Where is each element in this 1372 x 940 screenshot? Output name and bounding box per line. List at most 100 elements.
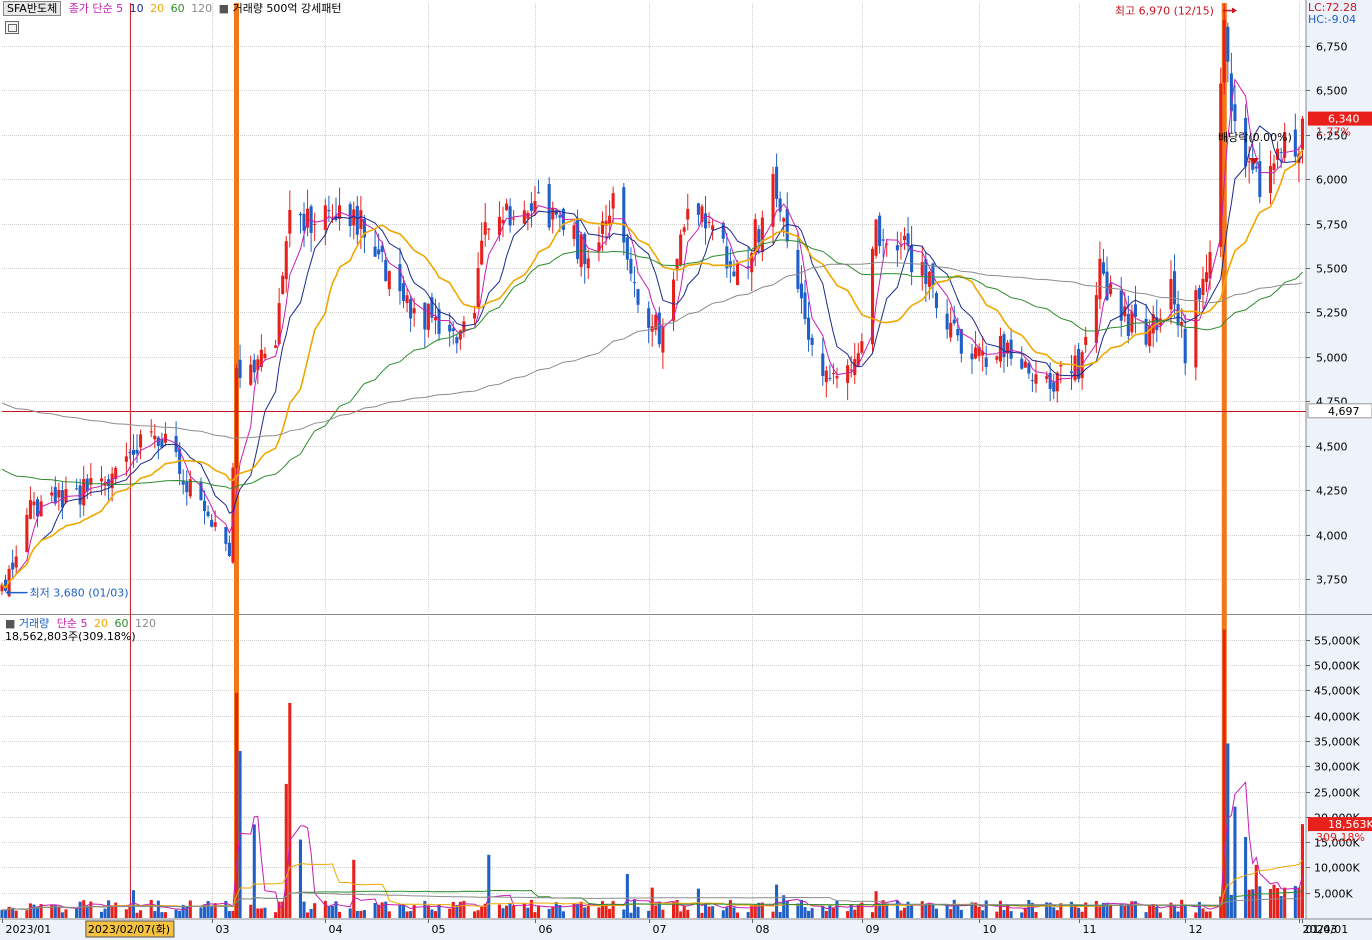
volume-bar (853, 909, 857, 918)
volume-bar (721, 910, 725, 918)
volume-bar (497, 904, 501, 918)
candle-body (1133, 304, 1137, 317)
volume-bar (505, 905, 509, 918)
volume-bar (583, 907, 587, 918)
volume-bar (934, 908, 939, 918)
volume-bar (512, 905, 516, 918)
volume-bar (1052, 907, 1056, 918)
volume-tick-label: 40,000K (1314, 711, 1360, 724)
volume-bar (1251, 889, 1255, 918)
x-tick-label: 01/03 (1306, 923, 1338, 936)
volume-bar (110, 906, 114, 918)
hc-readout: HC:-9.04 (1308, 13, 1357, 26)
candle-body (185, 481, 189, 493)
volume-bar (732, 907, 736, 918)
volume-bar (128, 905, 132, 918)
candle-body (1176, 304, 1180, 326)
symbol-box[interactable]: SFA반도체 (3, 1, 62, 16)
volume-tick-label: 5,000K (1314, 888, 1353, 901)
candle-body (1272, 163, 1276, 170)
volume-bar (735, 912, 740, 918)
volume-bar (952, 899, 956, 918)
candle-body (32, 501, 36, 506)
candle-body (661, 326, 665, 353)
volume-bar (600, 901, 605, 918)
volume-bar (1300, 824, 1304, 918)
x-tick-label: 12 (1189, 923, 1203, 936)
volume-bar (210, 906, 214, 918)
volume-panel-title: ■ 거래량 단순 5 20 60 120 (5, 617, 156, 630)
volume-bar (387, 911, 391, 918)
price-panel-title: SFA반도체 종가 단순 5 10 20 60 120 ■ 거래량 500억 강… (3, 1, 342, 16)
candle-body (547, 184, 551, 228)
vol-ma-120-label: 120 (135, 617, 157, 630)
candle-body (1030, 380, 1034, 382)
price-tick-label: 5,250 (1316, 307, 1348, 320)
volume-bar (178, 910, 182, 918)
volume-bar (1197, 901, 1201, 918)
candle-body (679, 234, 683, 265)
volume-bar (373, 902, 377, 918)
candle-body (426, 303, 430, 330)
volume-bar (1272, 884, 1276, 918)
candle-body (775, 166, 779, 199)
volume-bar (401, 904, 406, 918)
volume-bar (846, 911, 850, 918)
price-tick-label: 4,000 (1316, 530, 1348, 543)
volume-bar (455, 905, 459, 918)
candle-body (1023, 361, 1027, 368)
candle-body (735, 263, 740, 285)
chart-canvas[interactable]: 2023/01 03 04 05 06 07 08 09 10 11 12 2024/0101/033… (0, 0, 1372, 940)
volume-bar (661, 909, 665, 918)
volume-bar (433, 911, 438, 918)
window-toggle-icon[interactable] (5, 21, 19, 34)
volume-bar (60, 912, 64, 918)
volume-tick-label: 10,000K (1314, 862, 1360, 875)
x-tick-label: 09 (866, 923, 880, 936)
candle-body (1055, 372, 1059, 392)
volume-bar (576, 904, 580, 918)
volume-bar (629, 912, 633, 918)
candle-body (1247, 161, 1251, 163)
candle-body (849, 369, 853, 371)
volume-bar (551, 907, 555, 918)
candle-body (64, 489, 68, 503)
volume-bar (348, 908, 352, 918)
volume-bar (249, 904, 253, 918)
price-tick-label: 5,000 (1316, 352, 1348, 365)
volume-bar (910, 905, 914, 918)
candle-body (1084, 336, 1088, 345)
candle-body (156, 437, 160, 446)
volume-bar (1027, 900, 1031, 918)
volume-bar (622, 909, 626, 918)
candle-body (1027, 363, 1031, 374)
candle-body (522, 210, 526, 224)
price-ma-title: 종가 단순 (68, 2, 113, 15)
candle-body (483, 222, 487, 235)
vol-ma-5-label: 5 (80, 617, 88, 630)
volume-bar (355, 910, 359, 918)
volume-bar (1176, 911, 1180, 918)
volume-bar (586, 905, 590, 918)
volume-bar (298, 839, 303, 918)
price-tick-label: 6,750 (1316, 41, 1348, 54)
candle-body (227, 542, 231, 556)
volume-bar (1151, 903, 1155, 918)
price-tick-label: 6,500 (1316, 85, 1348, 98)
candle-body (760, 217, 764, 252)
stock-chart-window: 2023/01 03 04 05 06 07 08 09 10 11 12 2024/01 01/03 3… (0, 0, 1372, 940)
candle-body (206, 511, 210, 516)
volume-bar (821, 905, 825, 918)
candle-body (1045, 376, 1049, 379)
x-tick-label: 03 (216, 923, 230, 936)
volume-bar (398, 904, 402, 918)
volume-bar (998, 900, 1002, 918)
candle-body (881, 239, 885, 241)
candle-body (1052, 382, 1056, 392)
volume-bar (1034, 911, 1038, 918)
candle-body (1194, 290, 1198, 368)
candle-body (302, 213, 306, 231)
volume-bar (654, 905, 658, 918)
candle-body (128, 452, 132, 454)
volume-bar (252, 824, 256, 918)
